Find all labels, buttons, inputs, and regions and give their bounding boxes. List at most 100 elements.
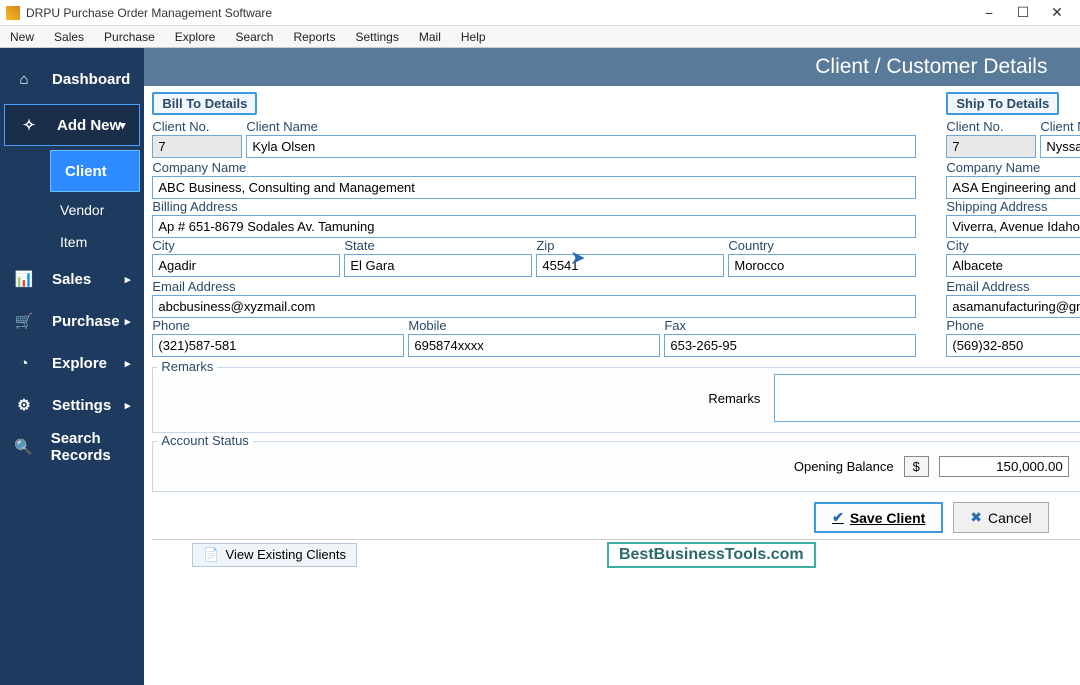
opening-balance-input[interactable] (939, 456, 1069, 477)
main-panel: Client / Customer Details Close Bill To … (144, 48, 1080, 685)
menu-help[interactable]: Help (461, 30, 486, 44)
view-existing-button[interactable]: 📄 View Existing Clients (192, 543, 357, 567)
menu-explore[interactable]: Explore (175, 30, 216, 44)
ship-phone-label: Phone (946, 318, 1080, 333)
sidebar-item-label: Search Records (51, 430, 131, 464)
document-search-icon: 📄 (203, 547, 219, 563)
sidebar-item-explore[interactable]: ◔ Explore ▸ (0, 342, 144, 384)
bill-to-section: Bill To Details Client No. Client Name C… (152, 92, 916, 359)
sidebar-item-search[interactable]: 🔍 Search Records (0, 426, 144, 468)
ship-to-legend: Ship To Details (946, 92, 1059, 115)
sidebar-item-label: Item (60, 234, 87, 250)
chevron-down-icon: ▾ (120, 119, 126, 132)
ship-clientname-label: Client Name (1040, 119, 1080, 134)
addnew-icon: ✧ (19, 116, 39, 134)
ship-addr-label: Shipping Address (946, 199, 1080, 214)
ship-phone-input[interactable] (946, 334, 1080, 357)
app-icon (6, 6, 20, 20)
search-icon: 🔍 (14, 438, 33, 456)
sidebar-item-label: Settings (52, 397, 111, 414)
bill-state-input[interactable] (344, 254, 532, 277)
chevron-right-icon: ▸ (125, 399, 131, 412)
cancel-button[interactable]: ✖ Cancel (953, 502, 1048, 533)
bill-email-input[interactable] (152, 295, 916, 318)
bill-clientname-input[interactable] (246, 135, 916, 158)
footer-bar: 📄 View Existing Clients BestBusinessTool… (152, 539, 1080, 569)
home-icon: ⌂ (14, 71, 34, 88)
save-client-button[interactable]: ✔ Save Client (814, 502, 943, 533)
ship-clientno-label: Client No. (946, 119, 1036, 134)
ship-email-label: Email Address (946, 279, 1080, 294)
bill-company-label: Company Name (152, 160, 916, 175)
titlebar: DRPU Purchase Order Management Software … (0, 0, 1080, 26)
close-window-button[interactable]: ✕ (1040, 1, 1074, 25)
ship-company-label: Company Name (946, 160, 1080, 175)
sidebar-item-label: Purchase (52, 313, 120, 330)
form-area: Bill To Details Client No. Client Name C… (144, 86, 1080, 685)
remarks-group: Remarks Remarks (152, 367, 1080, 433)
sidebar: ⌂ Dashboard ✧ Add New ▾ Client Vendor It… (0, 48, 144, 685)
gear-icon: ⚙ (14, 396, 34, 414)
cancel-label: Cancel (988, 510, 1032, 526)
menu-sales[interactable]: Sales (54, 30, 84, 44)
window-controls: − ☐ ✕ (972, 1, 1074, 25)
pie-icon: ◔ (14, 355, 34, 372)
account-legend: Account Status (157, 433, 252, 448)
sidebar-item-label: Dashboard (52, 71, 130, 88)
ship-addr-input[interactable] (946, 215, 1080, 238)
menu-mail[interactable]: Mail (419, 30, 441, 44)
menu-settings[interactable]: Settings (356, 30, 399, 44)
menubar: New Sales Purchase Explore Search Report… (0, 26, 1080, 48)
sidebar-item-settings[interactable]: ⚙ Settings ▸ (0, 384, 144, 426)
bill-clientname-label: Client Name (246, 119, 916, 134)
ship-city-input[interactable] (946, 254, 1080, 277)
close-icon: ✖ (970, 509, 982, 526)
sidebar-item-client[interactable]: Client (50, 150, 140, 192)
sidebar-item-sales[interactable]: 📊 Sales ▸ (0, 258, 144, 300)
sidebar-item-label: Client (65, 163, 107, 180)
bill-addr-label: Billing Address (152, 199, 916, 214)
bill-clientno-input[interactable] (152, 135, 242, 158)
sidebar-item-addnew[interactable]: ✧ Add New ▾ (4, 104, 140, 146)
bill-mobile-input[interactable] (408, 334, 660, 357)
menu-search[interactable]: Search (235, 30, 273, 44)
menu-purchase[interactable]: Purchase (104, 30, 155, 44)
ship-clientname-input[interactable] (1040, 135, 1080, 158)
maximize-button[interactable]: ☐ (1006, 1, 1040, 25)
ship-city-label: City (946, 238, 1080, 253)
bill-city-label: City (152, 238, 340, 253)
view-existing-label: View Existing Clients (226, 547, 346, 562)
menu-new[interactable]: New (10, 30, 34, 44)
sidebar-item-vendor[interactable]: Vendor (0, 194, 144, 226)
minimize-button[interactable]: − (972, 1, 1006, 25)
ship-email-input[interactable] (946, 295, 1080, 318)
bill-city-input[interactable] (152, 254, 340, 277)
remarks-input[interactable] (774, 374, 1080, 422)
bill-company-input[interactable] (152, 176, 916, 199)
ship-company-input[interactable] (946, 176, 1080, 199)
bill-phone-input[interactable] (152, 334, 404, 357)
bill-country-input[interactable] (728, 254, 916, 277)
bill-to-legend: Bill To Details (152, 92, 257, 115)
brand-label: BestBusinessTools.com (607, 542, 816, 568)
sidebar-item-dashboard[interactable]: ⌂ Dashboard (0, 58, 144, 100)
save-label: Save Client (850, 510, 925, 526)
copy-arrow-icon[interactable] (572, 248, 590, 268)
bill-zip-label: Zip (536, 238, 724, 253)
bill-state-label: State (344, 238, 532, 253)
sidebar-item-item[interactable]: Item (0, 226, 144, 258)
chevron-right-icon: ▸ (125, 357, 131, 370)
sidebar-item-purchase[interactable]: 🛒 Purchase ▸ (0, 300, 144, 342)
window-title: DRPU Purchase Order Management Software (26, 6, 972, 20)
ship-clientno-input[interactable] (946, 135, 1036, 158)
bill-zip-input[interactable] (536, 254, 724, 277)
sidebar-item-label: Explore (52, 355, 107, 372)
bill-addr-input[interactable] (152, 215, 916, 238)
account-status-group: Account Status Opening Balance $ (152, 441, 1080, 492)
bill-fax-input[interactable] (664, 334, 916, 357)
sidebar-item-label: Sales (52, 271, 91, 288)
bill-mobile-label: Mobile (408, 318, 660, 333)
remarks-legend: Remarks (157, 359, 217, 374)
action-buttons: ✔ Save Client ✖ Cancel (152, 502, 1080, 533)
menu-reports[interactable]: Reports (293, 30, 335, 44)
